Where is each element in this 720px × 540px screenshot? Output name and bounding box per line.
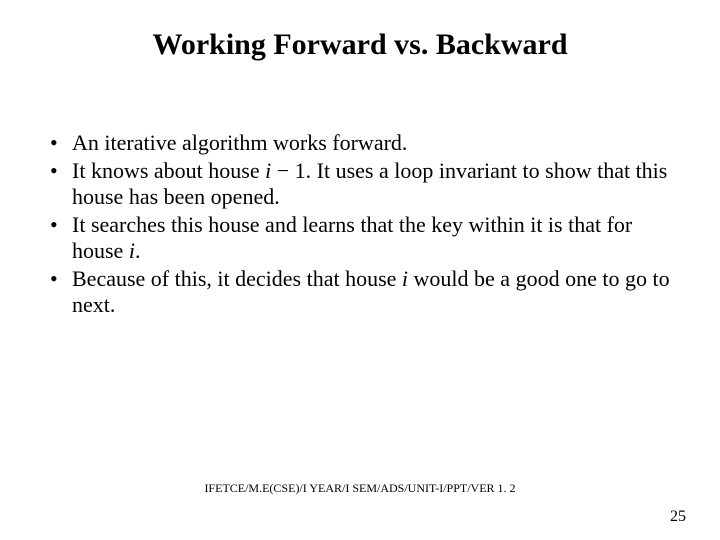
list-item: An iterative algorithm works forward. [48, 130, 678, 156]
list-item: It knows about house i − 1. It uses a lo… [48, 158, 678, 210]
list-item: It searches this house and learns that t… [48, 212, 678, 264]
page-number: 25 [670, 508, 686, 526]
slide-footer: IFETCE/M.E(CSE)/I YEAR/I SEM/ADS/UNIT-I/… [0, 481, 720, 496]
slide-body: An iterative algorithm works forward. It… [48, 130, 678, 320]
bullet-text-post: . [135, 238, 141, 263]
list-item: Because of this, it decides that house i… [48, 266, 678, 318]
slide-title: Working Forward vs. Backward [0, 28, 720, 62]
bullet-text: An iterative algorithm works forward. [72, 130, 407, 155]
bullet-text: It searches this house and learns that t… [72, 212, 632, 263]
slide: Working Forward vs. Backward An iterativ… [0, 0, 720, 540]
bullet-text: It knows about house [72, 158, 265, 183]
bullet-list: An iterative algorithm works forward. It… [48, 130, 678, 318]
bullet-text: Because of this, it decides that house [72, 266, 402, 291]
